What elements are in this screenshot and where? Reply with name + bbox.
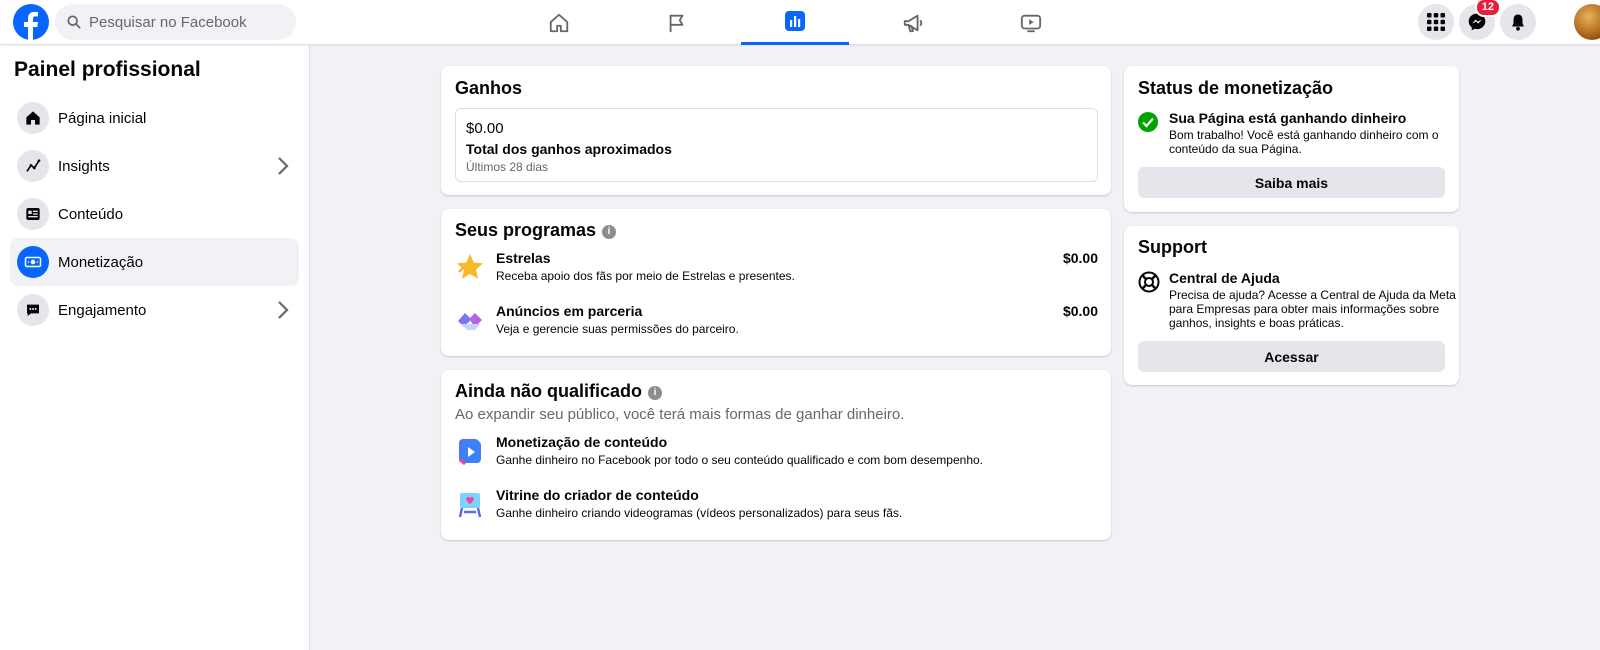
chart-icon	[785, 11, 805, 31]
status-description-line1: Bom trabalho! Você está ganhando dinheir…	[1169, 128, 1439, 142]
notifications-button[interactable]	[1500, 4, 1536, 40]
chevron-right-icon	[278, 157, 289, 175]
sidebar-title: Painel profissional	[14, 58, 201, 81]
sidebar-item-label: Monetização	[58, 253, 144, 271]
chat-icon	[17, 294, 49, 326]
earnings-period: Últimos 28 dias	[466, 160, 549, 174]
nav-tab-ads[interactable]	[859, 0, 967, 45]
nav-tab-professional-dashboard[interactable]	[741, 0, 849, 45]
program-amount: $0.00	[1062, 303, 1098, 319]
sidebar-item-label: Conteúdo	[58, 205, 124, 223]
grid-menu-icon	[1427, 13, 1445, 31]
search-icon	[67, 15, 81, 29]
support-title: Support	[1138, 237, 1207, 257]
sidebar: Painel profissional Página inicial Insig…	[0, 45, 310, 650]
storefront-icon	[458, 493, 482, 518]
insights-icon	[17, 150, 49, 182]
support-description-line3: ganhos, insights e boas práticas.	[1169, 316, 1344, 330]
earnings-card: Ganhos $0.00 Total dos ganhos aproximado…	[441, 66, 1111, 195]
monetization-status-card: Status de monetização Sua Página está ga…	[1124, 66, 1459, 212]
video-icon	[1020, 14, 1042, 32]
top-navigation-bar: 12	[0, 0, 1600, 45]
facebook-logo-icon[interactable]	[13, 4, 49, 40]
sidebar-item-label: Página inicial	[58, 109, 147, 127]
earnings-summary: $0.00 Total dos ganhos aproximados Últim…	[455, 108, 1098, 182]
search-box[interactable]	[55, 4, 296, 40]
program-row-creator-showcase[interactable]: Vitrine do criador de conteúdo Ganhe din…	[455, 487, 1098, 527]
support-description-line2: para Empresas para obter mais informaçõe…	[1169, 302, 1440, 316]
sidebar-item-label: Insights	[58, 157, 110, 175]
sidebar-item-insights[interactable]: Insights	[10, 142, 299, 190]
programs-title: Seus programas	[455, 220, 597, 240]
earnings-label: Total dos ganhos aproximados	[466, 141, 672, 157]
monetization-icon	[17, 246, 49, 278]
flag-icon	[669, 14, 684, 32]
nav-tab-home[interactable]	[505, 0, 613, 45]
status-description-line2: conteúdo da sua Página.	[1169, 142, 1302, 156]
check-circle-icon	[1138, 112, 1158, 132]
star-icon	[457, 254, 483, 279]
earnings-amount: $0.00	[466, 120, 504, 137]
info-icon[interactable]: i	[648, 386, 663, 400]
support-description-line1: Precisa de ajuda? Acesse a Central de Aj…	[1169, 288, 1456, 302]
sidebar-item-content[interactable]: Conteúdo	[10, 190, 299, 238]
bell-icon	[1512, 14, 1524, 31]
home-icon	[549, 13, 569, 32]
program-row-stars[interactable]: Estrelas Receba apoio dos fãs por meio d…	[455, 250, 1098, 290]
program-desc: Veja e gerencie suas permissões do parce…	[496, 322, 739, 336]
sidebar-item-home[interactable]: Página inicial	[10, 94, 299, 142]
video-play-icon	[459, 439, 481, 466]
sidebar-item-monetization[interactable]: Monetização	[10, 238, 299, 286]
content-icon	[17, 198, 49, 230]
not-qualified-title: Ainda não qualificado	[455, 381, 643, 401]
nav-tab-pages[interactable]	[623, 0, 731, 45]
earnings-title: Ganhos	[455, 78, 523, 98]
program-row-content-monetization[interactable]: Monetização de conteúdo Ganhe dinheiro n…	[455, 434, 1098, 474]
program-amount: $0.00	[1062, 250, 1098, 266]
chevron-right-icon	[278, 301, 289, 319]
sidebar-item-engagement[interactable]: Engajamento	[10, 286, 299, 334]
search-input[interactable]	[89, 13, 279, 31]
program-title: Monetização de conteúdo	[496, 434, 668, 450]
help-center-link[interactable]: Central de Ajuda	[1169, 270, 1280, 286]
access-button[interactable]: Acessar	[1138, 341, 1445, 372]
megaphone-icon	[903, 14, 923, 32]
support-card: Support Central de Ajuda Precisa de ajud…	[1124, 226, 1459, 385]
notification-badge: 12	[1474, 0, 1501, 17]
status-title: Status de monetização	[1138, 78, 1334, 98]
lifebuoy-icon	[1138, 271, 1160, 293]
home-icon	[17, 102, 49, 134]
partnership-icon	[458, 313, 482, 330]
sidebar-item-label: Engajamento	[58, 301, 147, 319]
programs-card: Seus programas i Estrelas Receba apoio do…	[441, 209, 1111, 356]
program-title: Vitrine do criador de conteúdo	[496, 487, 699, 503]
program-desc: Ganhe dinheiro criando videogramas (víde…	[496, 506, 903, 520]
not-qualified-card: Ainda não qualificado i Ao expandir seu p…	[441, 370, 1111, 540]
learn-more-button[interactable]: Saiba mais	[1138, 167, 1445, 198]
program-title: Anúncios em parceria	[496, 303, 643, 319]
program-title: Estrelas	[496, 250, 551, 266]
program-desc: Receba apoio dos fãs por meio de Estrela…	[496, 269, 795, 283]
not-qualified-subtitle: Ao expandir seu público, você terá mais …	[455, 406, 905, 423]
program-row-partnership-ads[interactable]: Anúncios em parceria Veja e gerencie sua…	[455, 303, 1098, 343]
profile-avatar[interactable]	[1574, 4, 1600, 40]
program-desc: Ganhe dinheiro no Facebook por todo o se…	[496, 453, 983, 467]
info-icon[interactable]: i	[602, 225, 617, 239]
messenger-button[interactable]: 12	[1459, 0, 1501, 40]
menu-button[interactable]	[1418, 4, 1454, 40]
status-headline: Sua Página está ganhando dinheiro	[1169, 110, 1407, 126]
nav-tab-video[interactable]	[977, 0, 1085, 45]
